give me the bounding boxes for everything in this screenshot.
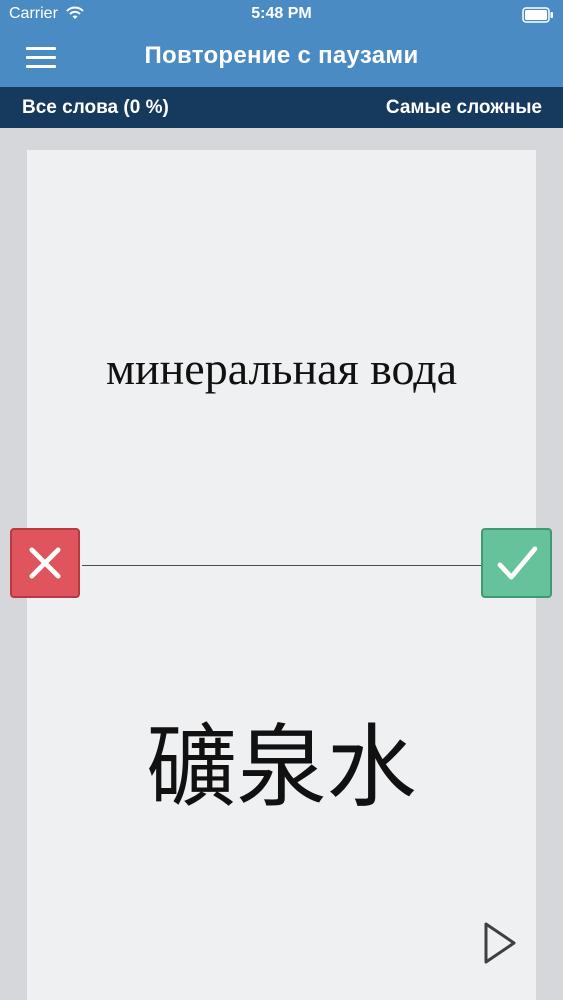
wrong-answer-button[interactable] xyxy=(10,528,80,598)
page-title: Повторение с паузами xyxy=(144,42,419,69)
close-icon xyxy=(29,547,61,579)
nav-bar: Повторение с паузами xyxy=(0,30,563,87)
card-divider xyxy=(82,565,482,566)
flashcard[interactable] xyxy=(27,150,536,1000)
menu-icon[interactable] xyxy=(26,45,58,71)
hardest-words-filter[interactable]: Самые сложные xyxy=(386,97,542,119)
filter-bar: Все слова (0 %) Самые сложные xyxy=(0,87,563,128)
status-bar: Carrier 5:48 PM xyxy=(0,0,563,30)
check-icon xyxy=(497,546,538,580)
correct-answer-button[interactable] xyxy=(481,528,552,598)
battery-icon xyxy=(522,7,553,23)
play-icon[interactable] xyxy=(480,920,520,966)
status-time: 5:48 PM xyxy=(251,5,312,22)
flashcard-back-word: 礦泉水 xyxy=(146,715,417,820)
flashcard-front-word: минеральная вода xyxy=(105,343,458,394)
all-words-filter[interactable]: Все слова (0 %) xyxy=(22,97,169,119)
